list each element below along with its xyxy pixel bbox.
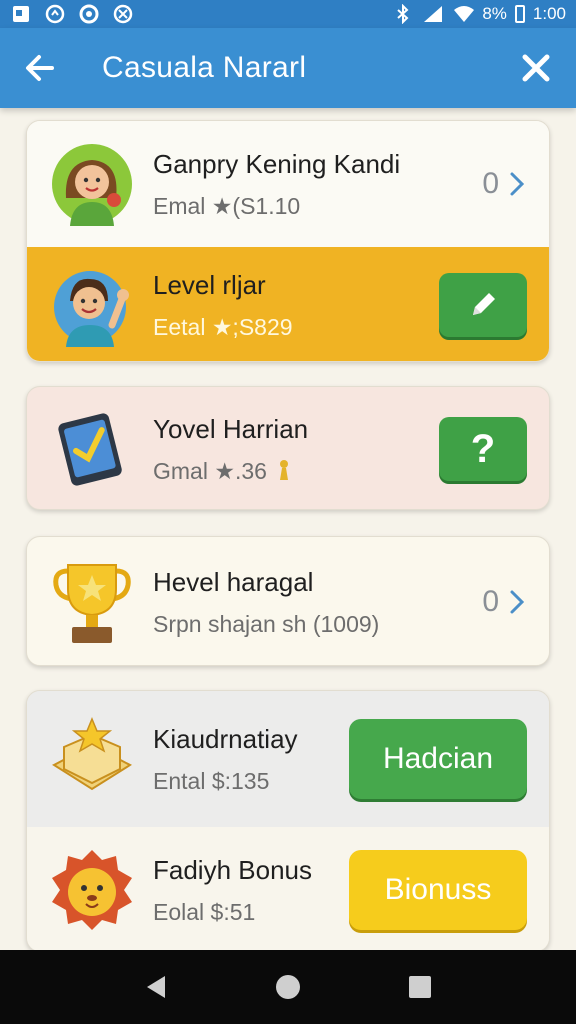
list-item[interactable]: Yovel Harrian Gmal ★.36 ? bbox=[27, 387, 549, 509]
chevron-right-icon bbox=[510, 590, 525, 614]
circle-home-icon bbox=[276, 975, 300, 999]
app-bar: Casuala Nararl bbox=[0, 28, 576, 108]
list-content: Ganpry Kening Kandi Emal ★(S1.10 0 Level… bbox=[0, 108, 576, 950]
girl-avatar-icon bbox=[49, 141, 135, 227]
close-icon bbox=[522, 54, 550, 82]
nav-home-button[interactable] bbox=[258, 957, 318, 1017]
close-button[interactable] bbox=[496, 28, 576, 108]
list-item[interactable]: Fadiyh Bonus Eolal $:51 Bionuss bbox=[27, 827, 549, 950]
tablet-check-icon bbox=[49, 406, 135, 492]
edit-button[interactable] bbox=[439, 273, 527, 337]
question-mark-icon: ? bbox=[470, 426, 496, 471]
signal-icon bbox=[422, 3, 444, 25]
pencil-icon bbox=[473, 293, 495, 315]
card-profile: Ganpry Kening Kandi Emal ★(S1.10 0 Level… bbox=[26, 120, 550, 362]
back-arrow-icon bbox=[26, 55, 54, 81]
pawn-icon bbox=[280, 460, 289, 480]
list-item[interactable]: Ganpry Kening Kandi Emal ★(S1.10 0 bbox=[27, 121, 549, 247]
chevron-right-icon bbox=[510, 172, 525, 196]
battery-percent: 8% bbox=[482, 4, 507, 23]
card-quiz: Yovel Harrian Gmal ★.36 ? bbox=[26, 386, 550, 510]
nav-back-button[interactable] bbox=[126, 957, 186, 1017]
triangle-back-icon bbox=[147, 976, 165, 998]
list-item[interactable]: Level rljar Eetal ★;S829 bbox=[27, 247, 549, 361]
boy-avatar-icon bbox=[49, 262, 135, 348]
item-count: 0 bbox=[482, 585, 499, 618]
messenger-icon bbox=[44, 3, 66, 25]
bonus-button[interactable]: Bionuss bbox=[349, 850, 527, 930]
settings-icon bbox=[112, 3, 134, 25]
card-rewards: Kiaudrnatiay Ental $:135 Hadcian Fadiyh … bbox=[26, 690, 550, 950]
nav-recents-button[interactable] bbox=[390, 957, 450, 1017]
back-button[interactable] bbox=[0, 28, 80, 108]
list-item[interactable]: Kiaudrnatiay Ental $:135 Hadcian bbox=[27, 691, 549, 827]
clock: 1:00 bbox=[532, 4, 566, 23]
battery-icon bbox=[514, 5, 525, 23]
page-title: Casuala Nararl bbox=[102, 51, 307, 84]
trophy-icon bbox=[49, 559, 135, 645]
list-item[interactable]: Hevel haragal Srpn shajan sh (1009) 0 bbox=[27, 537, 549, 665]
card-trophy: Hevel haragal Srpn shajan sh (1009) 0 bbox=[26, 536, 550, 666]
notification-icon bbox=[10, 3, 32, 25]
help-button[interactable]: ? bbox=[439, 417, 527, 481]
sync-icon bbox=[78, 3, 100, 25]
system-nav-bar bbox=[0, 950, 576, 1024]
wifi-icon bbox=[452, 3, 475, 25]
gift-box-icon bbox=[49, 716, 135, 802]
item-count: 0 bbox=[482, 167, 499, 200]
action-button[interactable]: Hadcian bbox=[349, 719, 527, 799]
square-recents-icon bbox=[409, 976, 431, 998]
lion-icon bbox=[49, 847, 135, 933]
bluetooth-icon bbox=[392, 3, 414, 25]
status-bar: 8% 1:00 bbox=[0, 0, 576, 28]
